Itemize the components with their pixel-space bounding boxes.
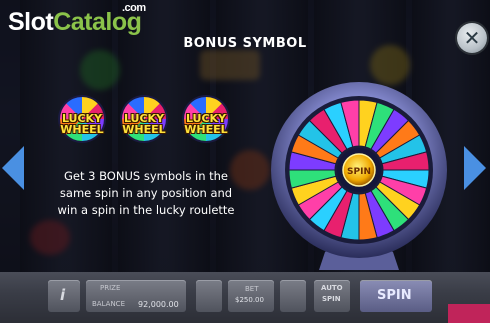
logo-text-suffix: .com [122,2,146,14]
close-button[interactable]: ✕ [457,23,487,53]
spin-button[interactable]: SPIN [360,280,432,312]
symbol-label: LUCKY WHEEL [57,113,107,135]
slotcatalog-logo: SlotCatalog .com [8,3,146,36]
game-screen: SlotCatalog .com BONUS SYMBOL ✕ LUCKY WH… [0,0,490,323]
bet-increase-button[interactable] [280,280,306,312]
bet-value: $250.00 [235,296,264,304]
lucky-wheel-symbol: LUCKY WHEEL [57,97,107,147]
side-accent-panel [448,304,490,323]
wheel-center-label: SPIN [347,167,371,177]
auto-spin-label-1: AUTO [321,284,343,292]
info-icon: i [60,286,66,304]
logo-text-slot: Slot [8,8,54,36]
auto-spin-label-2: SPIN [322,295,341,303]
spin-button-label: SPIN [377,288,412,303]
arrow-right-icon[interactable] [464,146,486,190]
balance-value: 92,000.00 [138,300,179,309]
popup-title: BONUS SYMBOL [183,36,307,51]
symbol-label: LUCKY WHEEL [181,113,231,135]
bet-label: BET [245,285,259,293]
lucky-wheel-symbol: LUCKY WHEEL [119,97,169,147]
auto-spin-button[interactable]: AUTO SPIN [314,280,350,312]
symbol-label-line2: WHEEL [184,123,228,136]
close-icon: ✕ [463,26,481,50]
lucky-roulette-wheel: SPIN [271,82,447,270]
bet-decrease-button[interactable] [196,280,222,312]
lucky-wheel-symbol: LUCKY WHEEL [181,97,231,147]
description-line: Get 3 BONUS symbols in the [63,169,229,183]
description-line: win a spin in the lucky roulette [57,203,235,217]
arrow-left-icon[interactable] [2,146,24,190]
description-line: same spin in any position and [59,186,233,200]
symbol-label-line2: WHEEL [122,123,166,136]
prize-label: PRIZE [100,284,121,292]
symbol-label: LUCKY WHEEL [119,113,169,135]
bonus-description: Get 3 BONUS symbols in the same spin in … [46,168,246,219]
info-button[interactable]: i [48,280,80,312]
prize-balance-panel: PRIZE BALANCE 92,000.00 [86,280,186,312]
balance-label: BALANCE [92,300,125,308]
bet-panel: BET $250.00 [228,280,274,312]
symbol-label-line2: WHEEL [60,123,104,136]
